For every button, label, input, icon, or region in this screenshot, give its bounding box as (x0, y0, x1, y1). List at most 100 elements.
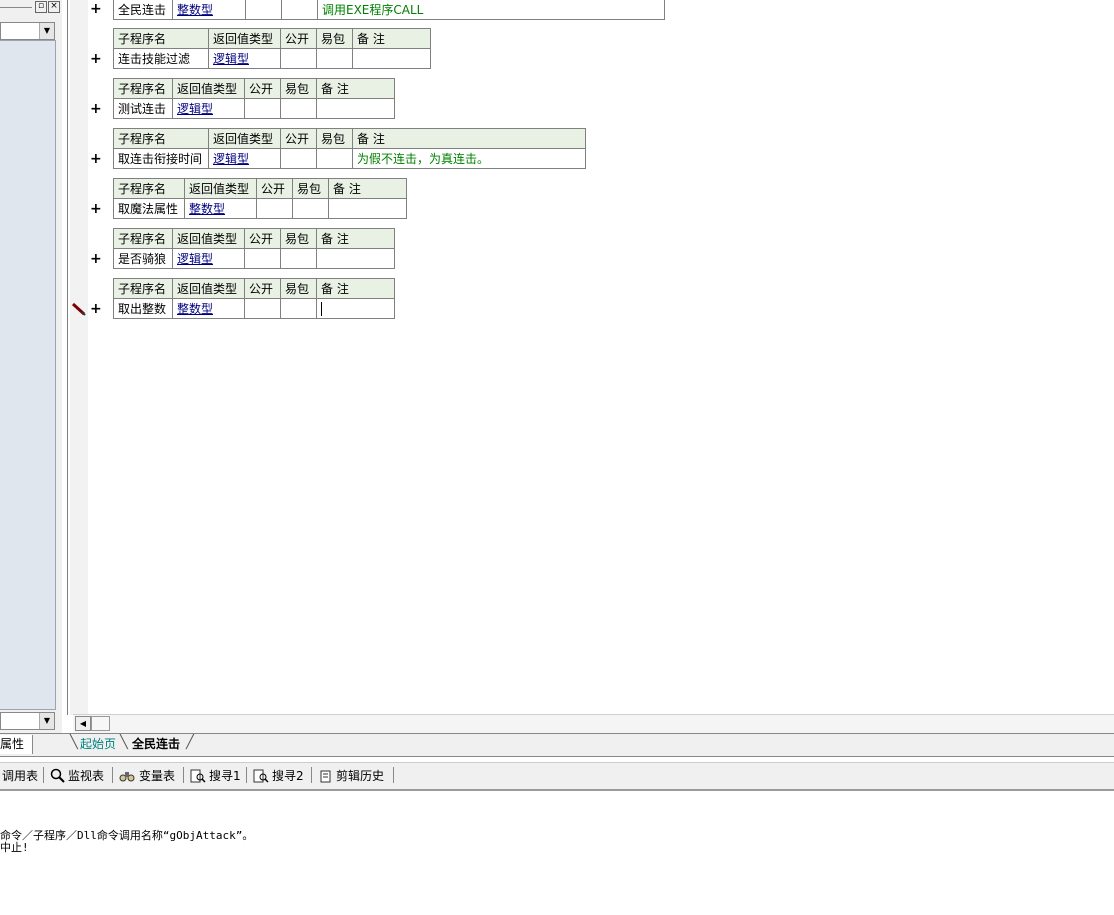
chevron-down-icon[interactable]: ▼ (39, 713, 54, 729)
return-type[interactable]: 整数型 (184, 198, 257, 219)
sub-table[interactable]: 子程序名 返回值类型 公开 易包 备 注 是否骑狼 逻辑型 (113, 228, 395, 269)
sub-table[interactable]: 全民连击 整数型 调用EXE程序CALL (113, 0, 665, 20)
note-cell[interactable]: 调用EXE程序CALL (317, 0, 665, 20)
clipboard-icon (320, 770, 331, 782)
sub-table[interactable]: 子程序名 返回值类型 公开 易包 备 注 连击技能过滤 逻辑型 (113, 28, 431, 69)
tab-start-page[interactable]: 起始页 (80, 735, 116, 752)
public-cell[interactable] (244, 98, 281, 119)
sub-table[interactable]: 子程序名 返回值类型 公开 易包 备 注 取魔法属性 整数型 (113, 178, 407, 219)
note-cell[interactable] (352, 48, 431, 69)
clip-history-button[interactable]: 剪辑历史 (319, 767, 384, 784)
tab-divider: ╲ (120, 735, 128, 750)
return-type[interactable]: 逻辑型 (172, 98, 245, 119)
public-cell[interactable] (280, 48, 317, 69)
public-cell[interactable] (244, 298, 281, 319)
note-cell[interactable] (316, 248, 395, 269)
pkg-cell[interactable] (281, 0, 318, 20)
public-cell[interactable] (256, 198, 293, 219)
pkg-cell[interactable] (280, 248, 317, 269)
header-sub-name: 子程序名 (113, 178, 185, 199)
return-type[interactable]: 整数型 (172, 298, 245, 319)
expand-icon[interactable]: + (90, 201, 102, 217)
header-note: 备 注 (352, 128, 586, 149)
tab-divider: ╲ (70, 735, 78, 750)
scroll-thumb[interactable] (91, 716, 110, 731)
search2-button[interactable]: 搜寻2 (253, 767, 304, 784)
expand-icon[interactable]: + (90, 251, 102, 267)
property-list[interactable] (0, 40, 56, 710)
header-return-type: 返回值类型 (172, 78, 245, 99)
maximize-icon[interactable]: ▫ (35, 1, 47, 13)
header-sub-name: 子程序名 (113, 128, 209, 149)
sub-table[interactable]: 子程序名 返回值类型 公开 易包 备 注 取出整数 整数型 (113, 278, 395, 319)
sub-name[interactable]: 测试连击 (113, 98, 173, 119)
horizontal-scrollbar[interactable] (73, 714, 1114, 733)
header-note: 备 注 (328, 178, 407, 199)
expand-icon[interactable]: + (90, 1, 102, 17)
scroll-left-icon[interactable]: ◀ (75, 716, 91, 731)
header-public: 公开 (280, 28, 317, 49)
pkg-cell[interactable] (280, 298, 317, 319)
variables-button[interactable]: 变量表 (119, 767, 175, 784)
pkg-cell[interactable] (316, 148, 353, 169)
header-note: 备 注 (316, 78, 395, 99)
editor-gutter (70, 0, 88, 715)
separator (183, 767, 184, 783)
sub-name[interactable]: 是否骑狼 (113, 248, 173, 269)
note-cell[interactable] (316, 298, 395, 319)
separator (246, 767, 247, 783)
note-cell[interactable] (328, 198, 407, 219)
object-combo[interactable]: ▼ (0, 22, 55, 40)
public-cell[interactable] (244, 248, 281, 269)
public-cell[interactable] (245, 0, 282, 20)
watch-button[interactable]: 监视表 (50, 767, 104, 784)
search1-label: 搜寻1 (209, 769, 241, 783)
header-sub-name: 子程序名 (113, 28, 209, 49)
sub-table[interactable]: 子程序名 返回值类型 公开 易包 备 注 取连击衔接时间 逻辑型 为假不连击，为… (113, 128, 586, 169)
return-type[interactable]: 整数型 (172, 0, 246, 20)
pkg-cell[interactable] (292, 198, 329, 219)
expand-icon[interactable]: + (90, 51, 102, 67)
expand-icon[interactable]: + (90, 301, 102, 317)
search2-label: 搜寻2 (272, 769, 304, 783)
call-table-button[interactable]: 调用表 (2, 767, 38, 784)
tab-current-file[interactable]: 全民连击 (132, 735, 180, 752)
sub-name[interactable]: 全民连击 (113, 0, 173, 20)
header-return-type: 返回值类型 (184, 178, 257, 199)
bottom-combo[interactable]: ▼ (0, 712, 55, 730)
close-icon[interactable]: × (48, 1, 60, 13)
separator (112, 767, 113, 783)
note-cell[interactable]: 为假不连击，为真连击。 (352, 148, 586, 169)
sub-table[interactable]: 子程序名 返回值类型 公开 易包 备 注 测试连击 逻辑型 (113, 78, 395, 119)
public-cell[interactable] (280, 148, 317, 169)
tab-properties[interactable]: 属性 (0, 735, 33, 754)
return-type[interactable]: 逻辑型 (208, 48, 281, 69)
sub-name[interactable]: 取魔法属性 (113, 198, 185, 219)
header-note: 备 注 (316, 278, 395, 299)
search1-button[interactable]: 搜寻1 (190, 767, 241, 784)
header-public: 公开 (244, 278, 281, 299)
expand-icon[interactable]: + (90, 101, 102, 117)
output-panel[interactable]: 命令／子程序／Dll命令调用名称“gObjAttack”。 中止! (0, 792, 1114, 915)
expand-icon[interactable]: + (90, 151, 102, 167)
panel-title-line (0, 7, 32, 8)
note-cell[interactable] (316, 98, 395, 119)
header-return-type: 返回值类型 (172, 278, 245, 299)
sub-name[interactable]: 连击技能过滤 (113, 48, 209, 69)
return-type[interactable]: 逻辑型 (172, 248, 245, 269)
return-type[interactable]: 逻辑型 (208, 148, 281, 169)
clip-history-label: 剪辑历史 (336, 769, 385, 783)
header-note: 备 注 (316, 228, 395, 249)
pkg-cell[interactable] (316, 48, 353, 69)
sub-name[interactable]: 取连击衔接时间 (113, 148, 209, 169)
separator (311, 767, 312, 783)
pkg-cell[interactable] (280, 98, 317, 119)
chevron-down-icon[interactable]: ▼ (39, 23, 54, 39)
tab-divider: ╱ (186, 735, 194, 750)
sub-name[interactable]: 取出整数 (113, 298, 173, 319)
header-sub-name: 子程序名 (113, 278, 173, 299)
output-line: 命令／子程序／Dll命令调用名称“gObjAttack”。 (0, 829, 254, 842)
header-note: 备 注 (352, 28, 431, 49)
text-cursor (321, 301, 322, 316)
header-public: 公开 (244, 78, 281, 99)
